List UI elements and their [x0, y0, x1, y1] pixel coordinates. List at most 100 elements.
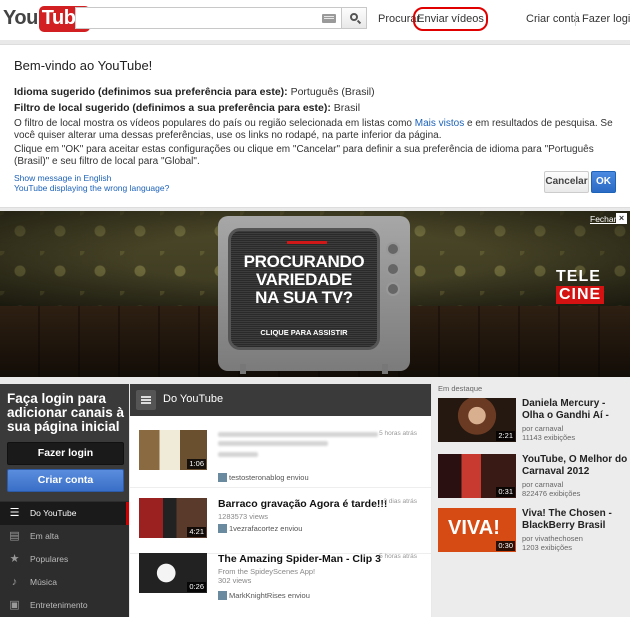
language-suggestion: Idioma sugerido (definimos sua preferênc… — [14, 86, 375, 98]
video-channel[interactable]: por carnaval — [522, 424, 563, 433]
entertainment-icon: ▣ — [9, 599, 20, 611]
login-promo-title: Faça login para adicionar canais à sua p… — [7, 391, 125, 434]
wrong-language-link[interactable]: YouTube displaying the wrong language? — [14, 183, 169, 193]
language-value: Português (Brasil) — [290, 86, 375, 98]
keyboard-icon[interactable] — [322, 14, 336, 23]
view-count: 822476 exibições — [522, 489, 581, 498]
video-age: 3 dias atrás — [383, 498, 417, 505]
feed-item[interactable]: 0:26 The Amazing Spider-Man - Clip 3 5 h… — [130, 546, 431, 612]
view-count: 1283573 views — [218, 512, 269, 521]
show-english-link[interactable]: Show message in English — [14, 173, 111, 183]
welcome-title: Bem-vindo ao YouTube! — [14, 58, 153, 73]
video-duration: 1:06 — [187, 459, 206, 469]
login-promo: Faça login para adicionar canais à sua p… — [0, 384, 129, 501]
video-thumbnail[interactable]: 1:06 — [139, 430, 207, 470]
video-thumbnail[interactable]: 0:26 — [139, 553, 207, 593]
header-divider — [575, 12, 576, 26]
video-description: From the SpideyScenes App! — [218, 567, 316, 576]
thumbnail-text: VIVA! — [448, 517, 500, 539]
sidebar-item-do-youtube[interactable]: ☰ Do YouTube — [0, 502, 129, 525]
sidebar-item-musica[interactable]: ♪ Música — [0, 571, 129, 594]
blurred-title — [218, 441, 328, 446]
video-thumbnail[interactable]: 2:21 — [438, 398, 516, 442]
menu-icon[interactable] — [136, 390, 156, 410]
ad-banner[interactable]: PROCURANDO VARIEDADE NA SUA TV? CLIQUE P… — [0, 211, 630, 377]
welcome-panel: Bem-vindo ao YouTube! Idioma sugerido (d… — [0, 44, 630, 208]
tv-knobs — [384, 236, 402, 346]
tv-screen: PROCURANDO VARIEDADE NA SUA TV? CLIQUE P… — [228, 228, 380, 350]
create-account-link[interactable]: Criar conta — [526, 13, 580, 25]
location-value: Brasil — [333, 102, 361, 114]
blurred-title — [218, 432, 378, 437]
upload-label: Enviar vídeos — [417, 13, 484, 25]
feed-item[interactable]: 4:21 Barraco gravação Agora é tarde!!! 3… — [130, 488, 431, 554]
video-duration: 2:21 — [496, 431, 515, 441]
login-link[interactable]: Fazer login — [582, 13, 630, 25]
feed-panel: Do YouTube 1:06 5 horas atrás testostero… — [130, 384, 431, 617]
view-count: 1203 exibições — [522, 543, 573, 552]
feed-item[interactable]: 1:06 5 horas atrás testosteronablog envi… — [130, 422, 431, 488]
video-duration: 0:30 — [496, 541, 515, 551]
para1-a: O filtro de local mostra os vídeos popul… — [14, 118, 415, 129]
feed-title: Do YouTube — [163, 393, 224, 405]
uploader[interactable]: 1vezrafacortez enviou — [218, 524, 302, 533]
featured-item[interactable]: 0:31 YouTube, O Melhor do Carnaval 2012 … — [438, 454, 628, 500]
video-thumbnail[interactable]: 4:21 — [139, 498, 207, 538]
search-button[interactable] — [341, 7, 367, 29]
video-title[interactable]: Viva! The Chosen - BlackBerry Brasil — [522, 508, 628, 531]
video-title[interactable]: Barraco gravação Agora é tarde!!! — [218, 498, 387, 510]
uploader[interactable]: testosteronablog enviou — [218, 473, 309, 482]
view-count: 11143 exibições — [522, 433, 576, 442]
sidebar-item-entretenimento[interactable]: ▣ Entretenimento — [0, 594, 129, 617]
video-thumbnail[interactable]: 0:31 — [438, 454, 516, 498]
confirm-text: Clique em "OK" para aceitar estas config… — [14, 144, 594, 167]
ok-button[interactable]: OK — [591, 171, 616, 193]
star-icon: ★ — [9, 553, 20, 565]
tv-image[interactable]: PROCURANDO VARIEDADE NA SUA TV? CLIQUE P… — [218, 216, 410, 374]
language-label: Idioma sugerido (definimos sua preferênc… — [14, 86, 288, 98]
feed-header: Do YouTube — [130, 384, 431, 416]
location-suggestion: Filtro de local sugerido (definimos a su… — [14, 102, 360, 114]
close-icon[interactable]: × — [616, 213, 627, 224]
featured-label: Em destaque — [438, 384, 483, 393]
avatar — [218, 524, 227, 533]
location-label: Filtro de local sugerido (definimos a su… — [14, 102, 331, 114]
music-icon: ♪ — [11, 576, 18, 588]
video-thumbnail[interactable]: VIVA! 0:30 — [438, 508, 516, 552]
upload-button[interactable]: Enviar vídeos — [413, 7, 488, 31]
avatar — [218, 473, 227, 482]
masthead: You Tube Procurar Enviar vídeos Criar co… — [0, 0, 630, 40]
list-icon: ☰ — [9, 507, 20, 519]
sidebar-item-em-alta[interactable]: ▤ Em alta — [0, 525, 129, 548]
search-icon-handle — [356, 19, 362, 25]
logo-you: You — [3, 7, 38, 29]
sidebar-create-account-button[interactable]: Criar conta — [7, 469, 124, 492]
video-title[interactable]: Daniela Mercury - Olha o Gandhi Aí - — [522, 398, 628, 421]
video-age: 5 horas atrás — [379, 430, 417, 437]
sidebar-login-button[interactable]: Fazer login — [7, 442, 124, 465]
uploader[interactable]: MarkKnightRises enviou — [218, 591, 310, 600]
trending-icon: ▤ — [9, 530, 20, 542]
banner-cta: CLIQUE PARA ASSISTIR — [260, 328, 348, 337]
close-banner-link[interactable]: Fechar — [590, 214, 616, 224]
featured-item[interactable]: 2:21 Daniela Mercury - Olha o Gandhi Aí … — [438, 398, 628, 444]
sidebar-item-populares[interactable]: ★ Populares — [0, 548, 129, 571]
telecine-logo: TELE CINE — [556, 268, 612, 308]
search-input[interactable] — [75, 7, 342, 29]
video-duration: 4:21 — [187, 527, 206, 537]
video-title[interactable]: YouTube, O Melhor do Carnaval 2012 — [522, 454, 628, 477]
cancel-button[interactable]: Cancelar — [544, 171, 589, 193]
view-count: 302 views — [218, 576, 252, 585]
video-channel[interactable]: por carnaval — [522, 480, 563, 489]
banner-headline: PROCURANDO VARIEDADE NA SUA TV? — [243, 252, 365, 307]
video-duration: 0:26 — [187, 582, 206, 592]
video-age: 5 horas atrás — [379, 553, 417, 560]
featured-item[interactable]: VIVA! 0:30 Viva! The Chosen - BlackBerry… — [438, 508, 628, 554]
video-channel[interactable]: por vivathechosen — [522, 534, 583, 543]
avatar — [218, 591, 227, 600]
most-viewed-link[interactable]: Mais vistos — [415, 118, 464, 129]
blurred-views — [218, 452, 258, 457]
video-title[interactable]: The Amazing Spider-Man - Clip 3 — [218, 553, 381, 565]
location-filter-text: O filtro de local mostra os vídeos popul… — [14, 118, 614, 142]
featured-panel: Em destaque 2:21 Daniela Mercury - Olha … — [432, 380, 630, 617]
